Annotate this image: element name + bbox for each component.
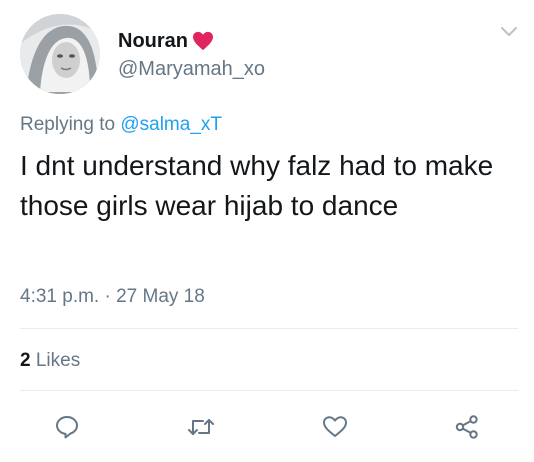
like-icon: [323, 416, 347, 437]
replying-to-label: Replying to: [20, 114, 116, 135]
avatar[interactable]: [20, 14, 100, 94]
like-button[interactable]: [320, 412, 350, 442]
share-icon: [455, 415, 478, 439]
action-bar: [0, 412, 534, 442]
user-handle[interactable]: @Maryamah_xo: [118, 58, 265, 80]
likes-label: Likes: [35, 350, 81, 371]
reply-icon: [56, 416, 78, 439]
share-button[interactable]: [452, 412, 482, 442]
chevron-down-icon[interactable]: [500, 26, 518, 38]
tweet-text: I dnt understand why falz had to make th…: [20, 150, 494, 221]
reply-mention-link[interactable]: @salma_xT: [120, 114, 222, 135]
reply-button[interactable]: [52, 412, 82, 442]
display-name-row[interactable]: Nouran: [118, 30, 214, 52]
replying-to-line: Replying to @salma_xT: [20, 114, 222, 136]
divider: [20, 390, 518, 391]
likes-count: 2: [20, 350, 31, 371]
likes-stat[interactable]: 2 Likes: [20, 350, 80, 372]
tweet-timestamp[interactable]: 4:31 p.m. · 27 May 18: [20, 286, 205, 308]
heart-icon: [193, 31, 213, 51]
avatar-image: [20, 14, 100, 94]
display-name[interactable]: Nouran: [118, 30, 188, 52]
retweet-button[interactable]: [186, 412, 216, 442]
tweet-card: Nouran @Maryamah_xo Replying to @salma_x…: [0, 0, 534, 462]
retweet-icon: [188, 419, 214, 435]
divider: [20, 328, 518, 329]
